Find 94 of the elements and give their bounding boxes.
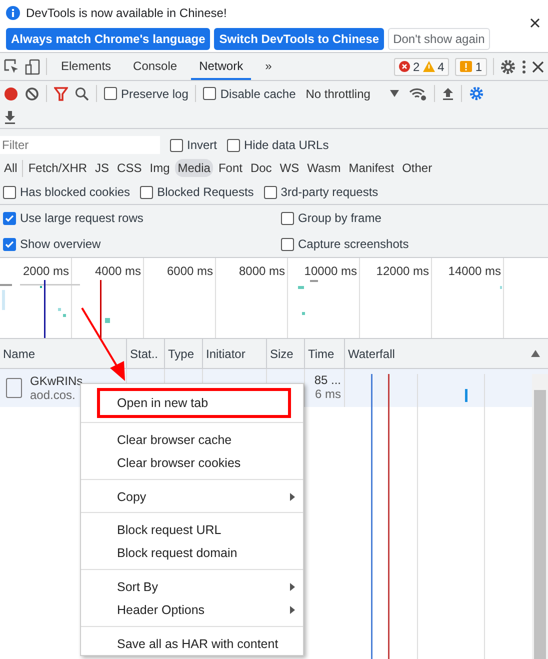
checkbox[interactable]: [227, 138, 240, 152]
menu-item[interactable]: Block request URL: [81, 512, 303, 541]
menu-item[interactable]: Header Options: [81, 598, 303, 622]
type-filter-button[interactable]: All: [1, 159, 20, 177]
checkbox[interactable]: [170, 138, 183, 152]
timeline-tick-label: 6000 ms: [144, 258, 216, 338]
record-icon[interactable]: [4, 86, 18, 100]
search-icon[interactable]: [75, 86, 89, 100]
panel-tab[interactable]: Elements: [53, 53, 120, 80]
caret-icon: [390, 90, 400, 97]
checkbox[interactable]: [3, 212, 16, 224]
column-header[interactable]: Stat..: [127, 339, 165, 368]
type-filter-button[interactable]: Manifest: [346, 159, 398, 177]
checkbox[interactable]: [140, 186, 154, 198]
checkbox[interactable]: [104, 87, 117, 100]
file-icon: [6, 378, 22, 398]
filter-icon[interactable]: [54, 86, 68, 100]
device-icon[interactable]: [25, 58, 40, 74]
scrollbar[interactable]: [532, 374, 548, 659]
panel-tab[interactable]: Console: [125, 53, 186, 80]
type-filter-button[interactable]: Fetch/XHR: [25, 159, 90, 177]
type-filter-button[interactable]: Other: [399, 159, 436, 177]
checkbox[interactable]: [281, 238, 294, 250]
checkbox-label: Hide data URLs: [244, 138, 329, 152]
upload-icon[interactable]: [442, 87, 454, 100]
checkbox-label: Group by frame: [298, 211, 382, 225]
sort-ascending-icon[interactable]: [531, 350, 540, 357]
settings-icon[interactable]: [469, 86, 484, 101]
timeline-tick-label: 12000 ms: [360, 258, 432, 338]
menu-item[interactable]: Save all as HAR with content: [81, 626, 303, 655]
type-filter-button[interactable]: Img: [146, 159, 173, 177]
clear-icon[interactable]: [25, 86, 39, 100]
menu-item[interactable]: Open in new tab: [97, 388, 291, 418]
error-icon: [398, 61, 410, 72]
network-conditions-icon[interactable]: [409, 86, 428, 100]
type-filter-button[interactable]: JS: [92, 159, 112, 177]
timeline-tick-label: 8000 ms: [216, 258, 288, 338]
column-header-label: Waterfall: [348, 346, 395, 360]
warning-icon: [422, 61, 435, 72]
issues-counter[interactable]: 1: [455, 58, 487, 76]
timeline-tick-label: 14000 ms: [432, 258, 504, 338]
more-options-icon[interactable]: [522, 60, 526, 74]
submenu-arrow-icon: [290, 582, 295, 590]
checkbox-label: Disable cache: [220, 86, 296, 100]
type-filter-button[interactable]: CSS: [114, 159, 145, 177]
checkbox-label: 3rd-party requests: [280, 185, 378, 199]
menu-item[interactable]: Clear browser cache: [81, 422, 303, 451]
menu-item[interactable]: Block request domain: [81, 541, 303, 565]
banner-button[interactable]: Don't show again: [388, 28, 490, 50]
issue-icon: [460, 60, 472, 72]
checkbox[interactable]: [264, 186, 277, 198]
time-cell-text: 85 ...: [313, 373, 341, 387]
info-icon: [6, 6, 20, 20]
column-header[interactable]: Type: [165, 339, 203, 368]
type-filter-button[interactable]: Wasm: [304, 159, 344, 177]
type-filter-button[interactable]: Font: [215, 159, 246, 177]
request-name[interactable]: GKwRINs: [30, 374, 83, 388]
column-header[interactable]: Size: [267, 339, 305, 368]
menu-item[interactable]: Sort By: [81, 569, 303, 598]
checkbox-label: Preserve log: [121, 86, 188, 100]
type-filter-button[interactable]: WS: [276, 159, 302, 177]
submenu-arrow-icon: [290, 492, 295, 500]
banner-message: DevTools is now available in Chinese!: [26, 6, 227, 20]
checkbox[interactable]: [281, 212, 294, 224]
menu-item[interactable]: Clear browser cookies: [81, 451, 303, 475]
request-domain: aod.cos.: [30, 388, 76, 402]
checkbox[interactable]: [203, 87, 216, 100]
checkbox-label: Use large request rows: [20, 211, 144, 225]
checkbox-label: Has blocked cookies: [20, 185, 130, 199]
checkbox-label: Capture screenshots: [298, 237, 409, 251]
column-header[interactable]: Time: [305, 339, 345, 368]
banner-button[interactable]: Always match Chrome's language: [6, 28, 210, 50]
checkbox-label: Invert: [187, 138, 218, 152]
checkbox[interactable]: [3, 186, 16, 198]
submenu-arrow-icon: [290, 606, 295, 614]
checkbox[interactable]: [3, 238, 16, 250]
inspect-icon[interactable]: [4, 59, 19, 74]
menu-item[interactable]: Copy: [81, 479, 303, 508]
filter-field[interactable]: Filter: [0, 136, 160, 154]
column-header[interactable]: Initiator: [203, 339, 267, 368]
throttling-dropdown[interactable]: No throttling: [302, 84, 402, 102]
settings-icon[interactable]: [500, 58, 516, 74]
banner-button[interactable]: Switch DevTools to Chinese: [214, 28, 384, 50]
checkbox-label: Show overview: [20, 237, 101, 251]
more-tabs-button[interactable]: »: [257, 53, 280, 80]
latency-cell-text: 6 ms: [314, 387, 341, 401]
type-filter-button[interactable]: Doc: [247, 159, 275, 177]
column-header[interactable]: Waterfall: [345, 339, 548, 368]
type-filter-button[interactable]: Media: [174, 159, 214, 177]
error-warning-counter[interactable]: 2 4: [394, 58, 450, 76]
checkbox-label: Blocked Requests: [157, 185, 254, 199]
download-icon[interactable]: [4, 110, 16, 124]
close-icon[interactable]: [530, 18, 540, 28]
close-icon[interactable]: [532, 60, 544, 72]
